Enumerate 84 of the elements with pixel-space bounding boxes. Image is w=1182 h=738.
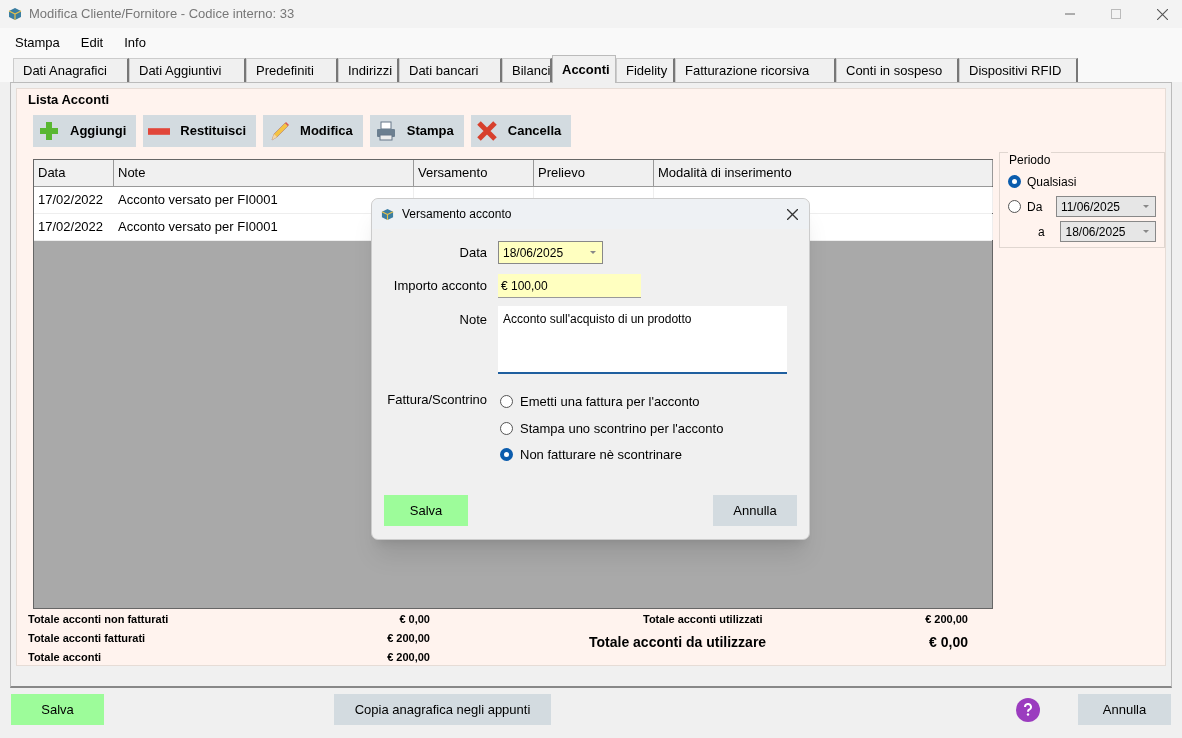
notes-field[interactable]: Acconto sull'acquisto di un prodotto [498, 306, 787, 374]
date-dropdown[interactable]: 11/06/2025 [1055, 196, 1156, 217]
total-label: Totale acconti [28, 650, 102, 666]
total-label: Totale acconti da utilizzare [589, 632, 767, 652]
tab[interactable]: Dati bancari [399, 58, 502, 82]
tab[interactable]: Fatturazione ricorsiva [675, 58, 836, 82]
amount-field[interactable]: € 100,00 [498, 274, 641, 298]
field-label: a [1038, 223, 1046, 241]
cancel-button[interactable]: Annulla [713, 495, 797, 526]
table-cell-text: Acconto versato per FI0001 [118, 191, 278, 210]
app-cube-icon [381, 207, 394, 221]
remove-button[interactable]: Restituisci [143, 115, 257, 147]
dialog-title: Versamento acconto [402, 206, 512, 223]
save-button[interactable]: Salva [384, 495, 468, 526]
caret-icon [590, 251, 596, 254]
radio-button[interactable] [500, 448, 513, 462]
tab[interactable]: Predefiniti [246, 58, 338, 82]
date-value: 11/06/2025 [1059, 198, 1122, 216]
field-label: Data [458, 243, 488, 262]
help-icon[interactable] [1016, 697, 1040, 722]
close-icon [787, 208, 798, 220]
radio-label: Emetti una fattura per l'acconto [520, 393, 700, 411]
copy-button[interactable]: Copia anagrafica negli appunti [334, 694, 551, 725]
total-label: Totale acconti fatturati [28, 631, 146, 647]
printer-icon [374, 120, 397, 142]
menu-item[interactable]: Info [124, 32, 146, 52]
close-button[interactable] [787, 208, 798, 220]
tab[interactable]: Dispositivi RFID [959, 58, 1078, 82]
total-label: Totale acconti non fatturati [28, 612, 169, 628]
total-label: Totale acconti utilizzati [643, 612, 763, 628]
column-header[interactable]: Versamento [414, 160, 534, 186]
tab[interactable]: Bilanci [502, 58, 552, 82]
date-value: 18/06/2025 [502, 244, 565, 262]
total-value: € 200,00 [387, 631, 430, 647]
total-value: € 0,00 [399, 612, 430, 628]
field-label: Importo acconto [392, 277, 488, 296]
total-value: € 200,00 [925, 612, 968, 628]
column-header[interactable]: Note [114, 160, 414, 186]
group-title: Lista Acconti [28, 92, 111, 108]
caret-icon [1143, 205, 1149, 208]
plus-icon [38, 120, 60, 142]
radio-label: Stampa uno scontrino per l'acconto [520, 419, 724, 438]
column-header[interactable]: Data [34, 160, 114, 186]
table-cell-text: Acconto versato per FI0001 [118, 218, 278, 237]
field-label: Note [458, 311, 488, 329]
tab[interactable]: Fidelity [616, 58, 675, 82]
minus-icon [148, 127, 171, 135]
radio-button[interactable] [1008, 175, 1021, 188]
save-button[interactable]: Salva [11, 694, 104, 725]
tab[interactable]: Acconti [552, 55, 616, 83]
table-cell-text: 17/02/2022 [38, 218, 104, 237]
menu-item[interactable]: Stampa [15, 32, 60, 52]
tab[interactable]: Indirizzi [338, 58, 399, 82]
radio-button[interactable] [1008, 200, 1021, 213]
total-value: € 200,00 [387, 650, 430, 666]
add-button[interactable]: Aggiungi [33, 115, 137, 147]
field-label: Fattura/Scontrino [386, 391, 488, 409]
radio-label: Da [1027, 198, 1044, 216]
caret-icon [1143, 230, 1149, 233]
close-icon [475, 120, 498, 142]
total-value: € 0,00 [929, 632, 968, 652]
cancel-button[interactable]: Annulla [1078, 694, 1171, 725]
tab[interactable]: Dati Aggiuntivi [129, 58, 246, 82]
radio-label: Qualsiasi [1027, 173, 1077, 191]
date-dropdown[interactable]: 18/06/2025 [498, 241, 603, 264]
radio-button[interactable] [500, 421, 513, 435]
tab[interactable]: Conti in sospeso [836, 58, 959, 82]
menu-item[interactable]: Edit [80, 32, 104, 52]
print-button[interactable]: Stampa [369, 115, 464, 147]
table-cell-text: 17/02/2022 [38, 191, 104, 210]
radio-button[interactable] [500, 395, 513, 409]
date-value: 18/06/2025 [1064, 223, 1127, 241]
pencil-icon [268, 120, 291, 142]
close-icon[interactable] [1157, 8, 1168, 20]
delete-button[interactable]: Cancella [470, 115, 572, 147]
column-header[interactable]: Modalità di inserimento [654, 160, 993, 186]
window-title: Modifica Cliente/Fornitore - Codice interno: 33 [29, 5, 295, 24]
app-cube-icon [8, 7, 22, 21]
radio-label: Non fatturare nè scontrinare [520, 446, 682, 464]
tab[interactable]: Dati Anagrafici [13, 58, 129, 82]
column-header[interactable]: Prelievo [534, 160, 654, 186]
edit-button[interactable]: Modifica [263, 115, 363, 147]
question-mark-icon [1022, 702, 1034, 717]
date-dropdown[interactable]: 18/06/2025 [1060, 221, 1156, 242]
